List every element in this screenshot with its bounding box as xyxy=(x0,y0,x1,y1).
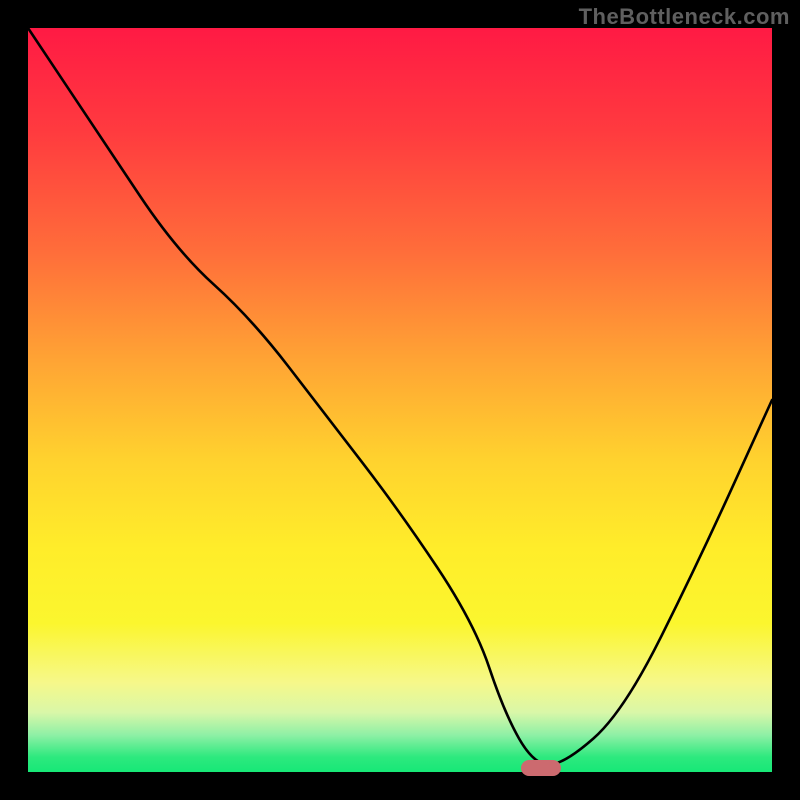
watermark-text: TheBottleneck.com xyxy=(579,4,790,30)
curve-path xyxy=(28,28,772,765)
bottleneck-curve xyxy=(28,28,772,772)
chart-frame: TheBottleneck.com xyxy=(0,0,800,800)
plot-area xyxy=(28,28,772,772)
optimum-marker xyxy=(521,760,561,776)
